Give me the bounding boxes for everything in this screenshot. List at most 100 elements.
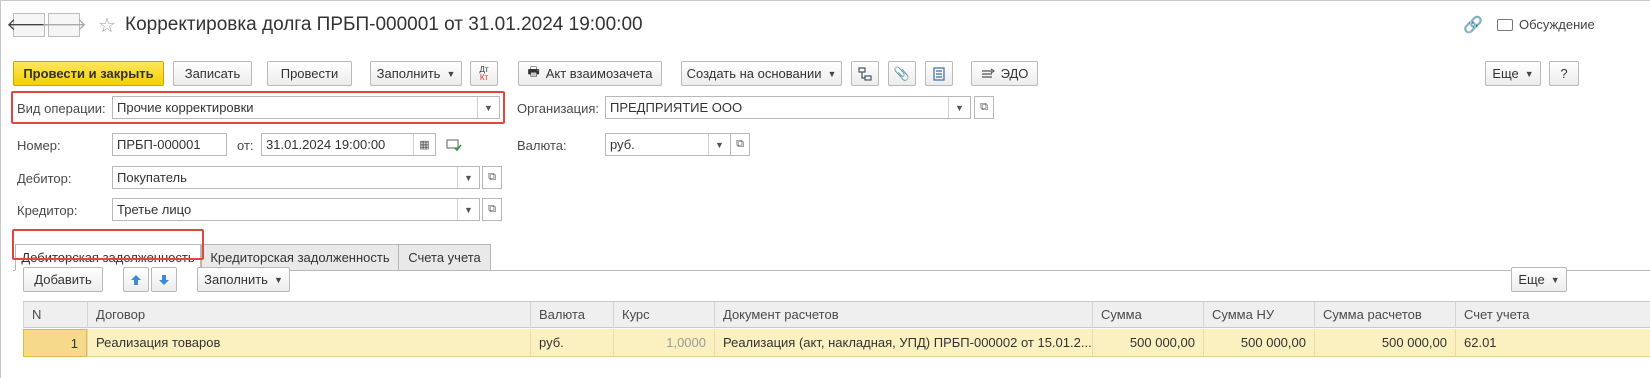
table-more-button[interactable]: Еще ▼ — [1511, 267, 1567, 292]
dt-kt-icon: Дт Кт — [479, 64, 489, 82]
open-debtor-button[interactable]: ⧉ — [482, 166, 502, 189]
link-icon[interactable]: 🔗 — [1463, 15, 1483, 35]
open-currency-button[interactable]: ⧉ — [730, 133, 750, 156]
forward-button[interactable]: 🡒 — [41, 13, 87, 37]
move-down-button[interactable] — [151, 267, 177, 292]
debtor-label: Дебитор: — [17, 171, 72, 186]
caret-down-icon: ▼ — [827, 68, 837, 79]
fill-dropdown-button[interactable]: Заполнить ▼ — [370, 61, 462, 86]
offset-act-label: Акт взаимозачета — [545, 66, 653, 81]
settlement-document-cell[interactable]: Реализация (акт, накладная, УПД) ПРБП-00… — [714, 329, 1092, 357]
caret-down-icon: ▼ — [1550, 274, 1560, 285]
table-fill-button[interactable]: Заполнить ▼ — [197, 267, 290, 292]
currency-select[interactable]: руб. ▼ — [605, 133, 731, 156]
list-icon — [933, 66, 945, 81]
column-header[interactable]: Валюта — [530, 301, 613, 328]
tab-accounts[interactable]: Счета учета — [398, 244, 491, 271]
chevron-down-icon[interactable]: ▼ — [708, 134, 730, 155]
number-label: Номер: — [17, 138, 61, 153]
hierarchy-icon — [858, 66, 872, 81]
column-header[interactable]: Счет учета — [1455, 301, 1650, 328]
caret-down-icon: ▼ — [446, 68, 456, 79]
post-label: Провести — [280, 66, 339, 81]
open-icon: ⧉ — [488, 203, 496, 215]
organization-value: ПРЕДПРИЯТИЕ ООО — [610, 100, 743, 115]
creditor-select[interactable]: Третье лицо ▼ — [112, 198, 480, 221]
post-and-close-label: Провести и закрыть — [23, 66, 154, 81]
move-up-button[interactable] — [123, 267, 149, 292]
table-more-label: Еще — [1518, 272, 1545, 287]
chat-icon — [1497, 18, 1513, 31]
column-header[interactable]: Сумма — [1092, 301, 1203, 328]
column-header[interactable]: Сумма расчетов — [1314, 301, 1455, 328]
post-button[interactable]: Провести — [267, 61, 352, 86]
open-organization-button[interactable]: ⧉ — [974, 96, 994, 119]
organization-label: Организация: — [517, 101, 600, 116]
help-button[interactable]: ? — [1549, 61, 1579, 86]
currency-value: руб. — [610, 137, 635, 152]
edo-icon — [981, 68, 995, 80]
number-value: ПРБП-000001 — [117, 137, 201, 152]
tab-highlight — [12, 229, 204, 260]
back-button[interactable]: 🡐 — [6, 13, 52, 37]
calendar-icon[interactable]: ▦ — [413, 134, 435, 155]
page-title: Корректировка долга ПРБП-000001 от 31.01… — [125, 14, 643, 35]
column-header[interactable]: Сумма НУ — [1203, 301, 1314, 328]
add-row-button[interactable]: Добавить — [23, 267, 103, 292]
number-field[interactable]: ПРБП-000001 — [112, 133, 227, 156]
currency-label: Валюта: — [517, 138, 567, 153]
attach-button[interactable]: 📎 — [888, 61, 916, 86]
caret-down-icon: ▼ — [273, 274, 283, 285]
column-header[interactable]: Курс — [613, 301, 714, 328]
add-row-label: Добавить — [34, 272, 92, 287]
caret-down-icon: ▼ — [1524, 68, 1534, 79]
chevron-down-icon[interactable]: ▼ — [477, 97, 499, 118]
column-header[interactable]: N — [23, 301, 87, 328]
edo-button[interactable]: ЭДО — [971, 61, 1038, 86]
column-header[interactable]: Документ расчетов — [714, 301, 1092, 328]
discussion-button[interactable]: Обсуждение — [1497, 17, 1595, 32]
open-icon: ⧉ — [736, 138, 744, 150]
document-window: 🡐 🡒 ☆ Корректировка долга ПРБП-000001 от… — [0, 0, 1650, 378]
structure-button[interactable] — [851, 61, 879, 86]
dt-kt-button[interactable]: Дт Кт — [470, 61, 498, 86]
save-button[interactable]: Записать — [173, 61, 252, 86]
date-label: от: — [237, 138, 254, 153]
open-creditor-button[interactable]: ⧉ — [482, 198, 502, 221]
column-header[interactable]: Договор — [87, 301, 530, 328]
offset-act-button[interactable]: 🖶 Акт взаимозачета — [518, 61, 662, 86]
printer-icon: 🖶 — [527, 63, 540, 79]
fill-label: Заполнить — [376, 66, 441, 81]
arrow-up-icon — [130, 274, 142, 286]
chevron-down-icon[interactable]: ▼ — [457, 199, 479, 220]
account-cell[interactable]: 62.01 — [1455, 329, 1650, 357]
contract-cell[interactable]: Реализация товаров — [87, 329, 530, 357]
create-based-button[interactable]: Создать на основании ▼ — [681, 61, 842, 86]
organization-select[interactable]: ПРЕДПРИЯТИЕ ООО ▼ — [605, 96, 971, 119]
post-and-close-button[interactable]: Провести и закрыть — [13, 61, 164, 86]
favorite-star-icon[interactable]: ☆ — [98, 13, 116, 38]
settlement-amount-cell[interactable]: 500 000,00 — [1314, 329, 1455, 357]
arrow-down-icon — [158, 274, 170, 286]
arrow-right-icon: 🡒 — [41, 15, 87, 34]
row-number-cell[interactable]: 1 — [23, 329, 87, 357]
currency-cell[interactable]: руб. — [530, 329, 613, 357]
more-label: Еще — [1492, 66, 1519, 81]
date-field[interactable]: 31.01.2024 19:00:00 ▦ — [261, 133, 436, 156]
rate-cell[interactable]: 1,0000 — [613, 329, 714, 357]
creditor-label: Кредитор: — [17, 203, 78, 218]
creditor-value: Третье лицо — [117, 202, 192, 217]
date-check-icon[interactable] — [446, 138, 462, 152]
chevron-down-icon[interactable]: ▼ — [948, 97, 970, 118]
debtor-select[interactable]: Покупатель ▼ — [112, 166, 480, 189]
tab-accounts-label: Счета учета — [408, 250, 481, 265]
chevron-down-icon[interactable]: ▼ — [457, 167, 479, 188]
debtor-value: Покупатель — [117, 170, 187, 185]
edo-label: ЭДО — [1000, 66, 1029, 81]
tax-amount-cell[interactable]: 500 000,00 — [1203, 329, 1314, 357]
more-button[interactable]: Еще ▼ — [1485, 61, 1541, 86]
amount-cell[interactable]: 500 000,00 — [1092, 329, 1203, 357]
report-button[interactable] — [925, 61, 953, 86]
operation-type-select[interactable]: Прочие корректировки ▼ — [112, 96, 500, 119]
tab-payables-label: Кредиторская задолженность — [210, 250, 390, 265]
